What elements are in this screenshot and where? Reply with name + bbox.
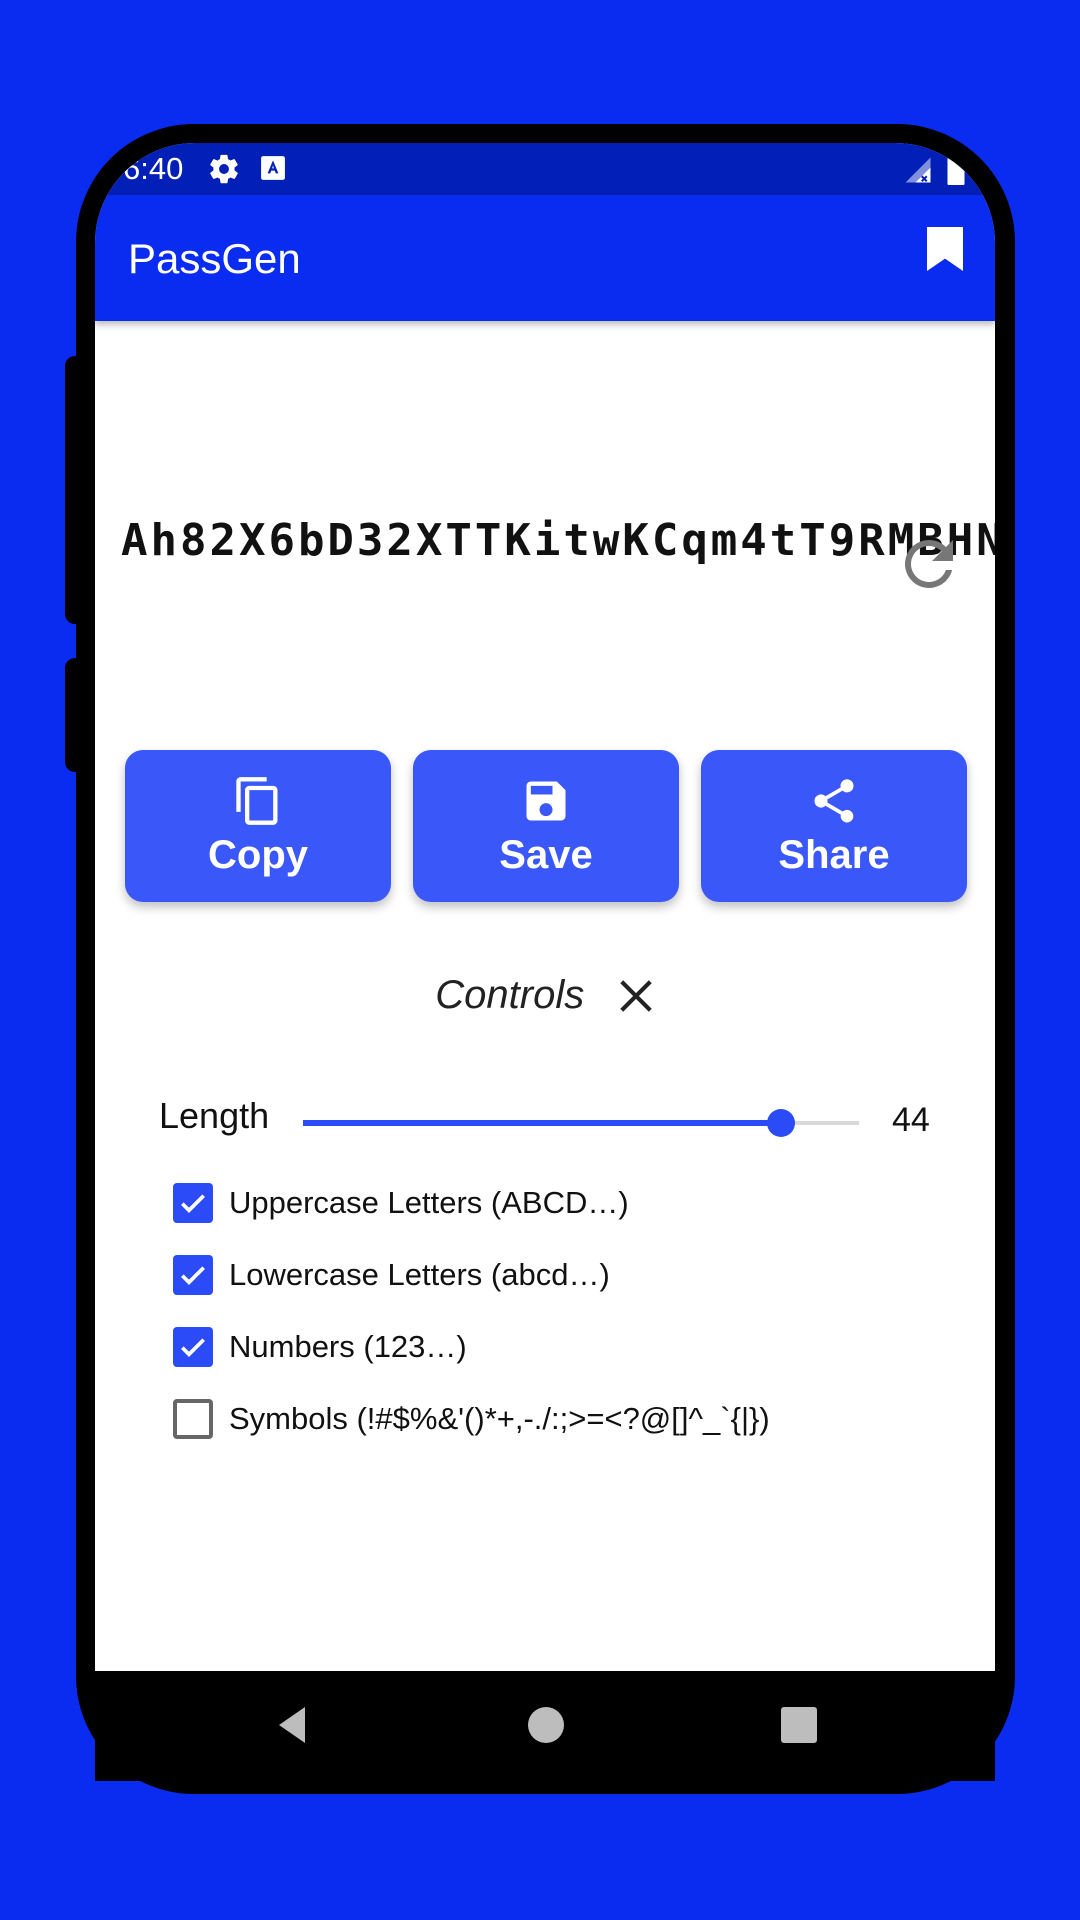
home-icon[interactable]: [522, 1701, 570, 1749]
option-numbers[interactable]: Numbers (123…): [173, 1311, 770, 1383]
phone-screen: 6:40 PassGen Ah82X6bD32XTTKitwKCqm4tT9RM…: [95, 143, 995, 1671]
save-button-label: Save: [499, 832, 593, 877]
status-bar: 6:40: [95, 143, 995, 195]
save-icon: [526, 781, 566, 820]
character-options: Uppercase Letters (ABCD…) Lowercase Lett…: [173, 1167, 770, 1455]
checkbox[interactable]: [173, 1183, 213, 1223]
close-icon[interactable]: [617, 977, 655, 1015]
option-uppercase[interactable]: Uppercase Letters (ABCD…): [173, 1167, 770, 1239]
share-icon: [814, 778, 854, 822]
check-icon: [181, 1194, 205, 1213]
generated-password: Ah82X6bD32XTTKitwKCqm4tT9RMBHNLdYBkdR9eH…: [121, 515, 995, 566]
a-notification-icon: [261, 156, 285, 180]
refresh-icon[interactable]: [893, 528, 965, 600]
length-value: 44: [892, 1101, 930, 1139]
status-time: 6:40: [123, 151, 184, 186]
share-button[interactable]: Share: [701, 750, 967, 902]
checkbox[interactable]: [173, 1327, 213, 1367]
option-label: Lowercase Letters (abcd…): [229, 1257, 610, 1292]
app-title: PassGen: [128, 235, 301, 282]
signal-icon: [905, 157, 931, 183]
slider-track-fill: [303, 1120, 782, 1126]
check-icon: [181, 1266, 205, 1285]
controls-label: Controls: [435, 973, 585, 1017]
share-button-label: Share: [778, 832, 890, 877]
app-bar: PassGen: [95, 195, 995, 321]
length-label: Length: [159, 1095, 270, 1136]
option-label: Numbers (123…): [229, 1329, 467, 1364]
action-buttons: Copy Save Share: [125, 750, 967, 902]
option-symbols[interactable]: Symbols (!#$%&'()*+,-./:;>=<?@[]^_`{|}): [173, 1383, 770, 1455]
gear-icon: [210, 154, 238, 184]
checkbox[interactable]: [173, 1399, 213, 1439]
slider-thumb[interactable]: [767, 1109, 796, 1137]
copy-button[interactable]: Copy: [125, 750, 391, 902]
option-lowercase[interactable]: Lowercase Letters (abcd…): [173, 1239, 770, 1311]
copy-icon: [236, 776, 278, 825]
recents-icon[interactable]: [775, 1701, 823, 1749]
save-button[interactable]: Save: [413, 750, 679, 902]
check-icon: [181, 1338, 205, 1357]
back-icon[interactable]: [269, 1701, 317, 1749]
option-label: Uppercase Letters (ABCD…): [229, 1185, 629, 1220]
navigation-bar: [95, 1671, 995, 1781]
checkbox[interactable]: [173, 1255, 213, 1295]
battery-icon: [947, 151, 965, 185]
option-label: Symbols (!#$%&'()*+,-./:;>=<?@[]^_`{|}): [229, 1401, 770, 1436]
copy-button-label: Copy: [208, 832, 308, 877]
length-slider[interactable]: [303, 1103, 859, 1143]
bookmark-icon[interactable]: [927, 227, 963, 271]
controls-header: Controls: [95, 973, 995, 1018]
